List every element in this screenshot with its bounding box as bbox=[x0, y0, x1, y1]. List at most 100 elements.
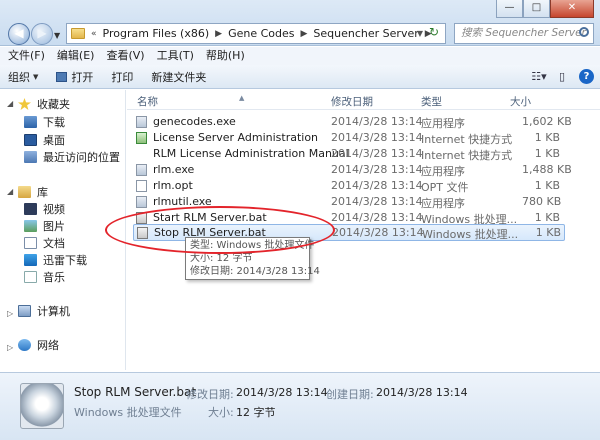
tooltip-type: 类型: Windows 批处理文件 bbox=[190, 240, 315, 251]
nav-downloads-label: 下载 bbox=[43, 116, 65, 129]
chevron-right-icon[interactable]: ▶ bbox=[301, 29, 308, 39]
expand-icon[interactable]: ▷ bbox=[7, 343, 13, 352]
desktop-icon bbox=[24, 134, 37, 146]
nav-libraries-label: 库 bbox=[37, 186, 48, 199]
print-button[interactable]: 打印 bbox=[111, 69, 133, 85]
nav-computer[interactable]: 计算机 bbox=[18, 303, 70, 319]
column-size[interactable]: 大小 bbox=[510, 94, 531, 109]
collapse-icon[interactable]: ◢ bbox=[7, 99, 13, 108]
file-size: 1,602 KB bbox=[522, 115, 572, 128]
column-name[interactable]: 名称 bbox=[137, 94, 158, 109]
file-row-rlm-opt[interactable]: rlm.opt 2014/3/28 13:14 OPT 文件 1 KB bbox=[133, 178, 563, 194]
recent-places-icon bbox=[24, 151, 37, 163]
file-tooltip: 类型: Windows 批处理文件 大小: 12 字节 修改日期: 2014/3… bbox=[185, 237, 320, 280]
close-button[interactable]: ✕ bbox=[550, 0, 594, 18]
nav-libraries[interactable]: 库 bbox=[18, 184, 48, 200]
nav-computer-label: 计算机 bbox=[37, 305, 70, 318]
nav-videos-label: 视频 bbox=[43, 203, 65, 216]
recent-pages-dropdown-icon[interactable]: ▼ bbox=[54, 31, 60, 40]
nav-network[interactable]: 网络 bbox=[18, 337, 59, 353]
tooltip-size: 大小: 12 字节 bbox=[190, 253, 253, 264]
nav-documents[interactable]: 文档 bbox=[24, 235, 65, 251]
file-row-rlm-exe[interactable]: rlm.exe 2014/3/28 13:14 应用程序 1,488 KB bbox=[133, 162, 572, 178]
file-date: 2014/3/28 13:14 bbox=[331, 211, 423, 224]
nav-recent-places[interactable]: 最近访问的位置 bbox=[24, 149, 120, 165]
forward-button[interactable]: ▶ bbox=[31, 23, 53, 45]
batch-file-icon bbox=[137, 227, 148, 239]
nav-desktop-label: 桌面 bbox=[43, 134, 65, 147]
view-options-icon[interactable]: ☷▾ bbox=[530, 68, 548, 85]
file-name: RLM License Administration Manual bbox=[153, 147, 349, 160]
view-controls: ☷▾ ▯ ? bbox=[525, 68, 594, 85]
menu-tools[interactable]: 工具(T) bbox=[157, 47, 194, 65]
breadcrumb-program-files[interactable]: Program Files (x86) bbox=[103, 27, 210, 40]
file-name: rlm.exe bbox=[153, 163, 195, 176]
menu-file[interactable]: 文件(F) bbox=[8, 47, 45, 65]
collapse-icon[interactable]: ◢ bbox=[7, 187, 13, 196]
file-row-license-admin[interactable]: License Server Administration 2014/3/28 … bbox=[133, 130, 563, 146]
file-type: 应用程序 bbox=[421, 117, 465, 130]
breadcrumb-sequencher-server[interactable]: Sequencher Server bbox=[313, 27, 418, 40]
back-button[interactable]: ◀ bbox=[8, 23, 30, 45]
address-dropdown-icon[interactable]: ▼ bbox=[417, 29, 423, 38]
expand-icon[interactable]: ▷ bbox=[7, 309, 13, 318]
details-size-value: 12 字节 bbox=[236, 406, 276, 419]
nav-pictures[interactable]: 图片 bbox=[24, 218, 65, 234]
organize-button[interactable]: 组织 ▼ bbox=[8, 69, 38, 85]
open-button[interactable]: 打开 bbox=[56, 69, 93, 85]
search-icon[interactable] bbox=[579, 27, 589, 37]
chevron-down-icon: ▼ bbox=[33, 72, 39, 81]
nav-xunlei-label: 迅雷下载 bbox=[43, 254, 87, 267]
nav-music[interactable]: 音乐 bbox=[24, 269, 65, 285]
batch-file-icon bbox=[136, 212, 147, 224]
file-row-rlmutil[interactable]: rlmutil.exe 2014/3/28 13:14 应用程序 780 KB bbox=[133, 194, 563, 210]
file-icon bbox=[136, 180, 147, 192]
shortcut-icon bbox=[136, 132, 147, 144]
file-row-genecodes[interactable]: genecodes.exe 2014/3/28 13:14 应用程序 1,602… bbox=[133, 114, 572, 130]
file-type: 应用程序 bbox=[421, 197, 465, 210]
file-size: 1 KB bbox=[534, 211, 560, 224]
column-date[interactable]: 修改日期 bbox=[331, 94, 373, 109]
file-row-rlm-manual[interactable]: RLM License Administration Manual 2014/3… bbox=[133, 146, 563, 162]
file-date: 2014/3/28 13:14 bbox=[332, 226, 424, 239]
details-modified-value: 2014/3/28 13:14 bbox=[236, 386, 328, 399]
nav-downloads[interactable]: 下载 bbox=[24, 114, 65, 130]
nav-music-label: 音乐 bbox=[43, 271, 65, 284]
file-type: 应用程序 bbox=[421, 165, 465, 178]
breadcrumb-gene-codes[interactable]: Gene Codes bbox=[228, 27, 294, 40]
nav-recent-label: 最近访问的位置 bbox=[43, 151, 120, 164]
nav-xunlei-downloads[interactable]: 迅雷下载 bbox=[24, 252, 87, 268]
file-size: 1 KB bbox=[535, 226, 561, 239]
nav-favorites[interactable]: 收藏夹 bbox=[18, 96, 70, 112]
menu-edit[interactable]: 编辑(E) bbox=[57, 47, 95, 65]
nav-videos[interactable]: 视频 bbox=[24, 201, 65, 217]
address-bar[interactable]: « Program Files (x86) ▶ Gene Codes ▶ Seq… bbox=[66, 23, 446, 44]
file-date: 2014/3/28 13:14 bbox=[331, 195, 423, 208]
minimize-button[interactable]: — bbox=[496, 0, 523, 18]
column-type[interactable]: 类型 bbox=[421, 94, 442, 109]
file-type: OPT 文件 bbox=[421, 181, 469, 194]
file-date: 2014/3/28 13:14 bbox=[331, 179, 423, 192]
xunlei-download-icon bbox=[24, 254, 37, 266]
details-modified-label: 修改日期: bbox=[186, 388, 234, 401]
overflow-crumb[interactable]: « bbox=[91, 29, 97, 39]
preview-pane-icon[interactable]: ▯ bbox=[553, 68, 571, 85]
file-type: Internet 快捷方式 bbox=[421, 149, 513, 162]
menu-view[interactable]: 查看(V) bbox=[106, 47, 144, 65]
file-size: 1 KB bbox=[534, 179, 560, 192]
maximize-button[interactable]: □ bbox=[523, 0, 550, 18]
nav-desktop[interactable]: 桌面 bbox=[24, 132, 65, 148]
refresh-icon[interactable]: ↻ bbox=[425, 25, 443, 42]
batch-file-large-icon bbox=[20, 383, 64, 429]
chevron-right-icon[interactable]: ▶ bbox=[215, 29, 222, 39]
menu-help[interactable]: 帮助(H) bbox=[206, 47, 245, 65]
help-icon[interactable]: ? bbox=[579, 69, 594, 84]
new-folder-button[interactable]: 新建文件夹 bbox=[151, 69, 206, 85]
column-headers: ▲ 名称 修改日期 类型 大小 bbox=[127, 90, 600, 110]
file-name: rlm.opt bbox=[153, 179, 193, 192]
search-placeholder: 搜索 Sequencher Server bbox=[461, 27, 586, 39]
exe-icon bbox=[136, 116, 147, 128]
nav-pictures-label: 图片 bbox=[43, 220, 65, 233]
search-input[interactable]: 搜索 Sequencher Server bbox=[454, 23, 594, 44]
command-bar: 组织 ▼ 打开 打印 新建文件夹 ☷▾ ▯ ? bbox=[0, 65, 600, 89]
